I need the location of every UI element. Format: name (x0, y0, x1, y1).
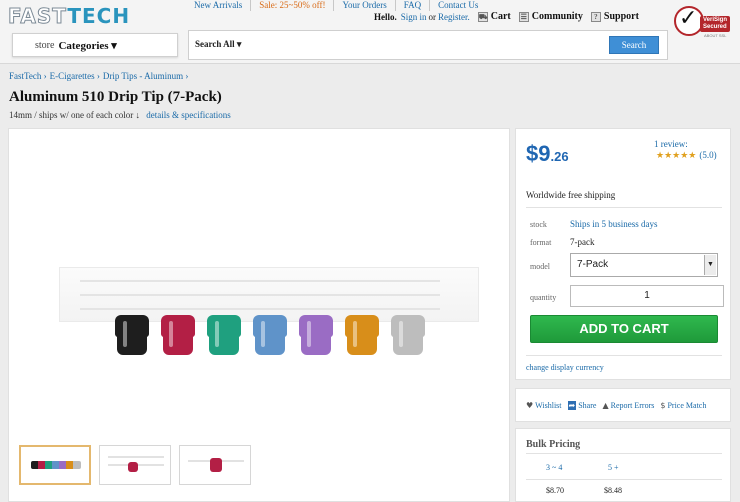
model-select-value: 7-Pack (577, 259, 609, 270)
nav-sale[interactable]: Sale: 25~50% off! (251, 0, 335, 11)
community-link[interactable]: ☰ Community (518, 11, 583, 22)
report-label: Report Errors (610, 400, 655, 410)
top-nav: New Arrivals Sale: 25~50% off! Your Orde… (186, 0, 486, 11)
review-link[interactable]: 1 review: (654, 139, 688, 149)
product-subtitle-row: 14mm / ships w/ one of each color ↓ deta… (9, 110, 231, 120)
breadcrumb-drip-tips[interactable]: Drip Tips - Aluminum › (103, 71, 189, 81)
buy-box: $9.26 1 review: ★★★★★ (5.0) Worldwide fre… (515, 128, 731, 380)
main-product-image[interactable] (115, 315, 445, 395)
thumbnail-3[interactable] (179, 445, 251, 485)
thumbnail-strip (19, 445, 259, 485)
community-label: Community (531, 11, 583, 22)
bulk-tier-2: 5 + (608, 463, 619, 472)
logo-part2: TECH (67, 4, 131, 28)
price-whole: $9 (526, 141, 551, 166)
bulk-pricing-panel: Bulk Pricing 3 ~ 4 5 + $8.70 $8.48 (515, 428, 731, 502)
price-match-link[interactable]: $ Price Match (660, 401, 706, 410)
price: $9.26 (526, 141, 569, 167)
add-to-cart-button[interactable]: ADD TO CART (530, 315, 718, 343)
model-select[interactable]: 7-Pack ▼ (570, 253, 718, 277)
quantity-input[interactable]: 1 (570, 285, 724, 307)
product-subtitle: 14mm / ships w/ one of each color ↓ (9, 110, 140, 120)
verisign-seal[interactable]: ✓ VeriSign Secured ABOUT SSL (674, 6, 731, 40)
verisign-badge: VeriSign Secured (700, 16, 731, 32)
dollar-icon: $ (660, 400, 666, 410)
divider (526, 207, 722, 208)
stock-value: Ships in 5 business days (570, 219, 658, 229)
report-errors-link[interactable]: ▲ Report Errors (602, 401, 654, 410)
stock-label: stock (530, 220, 547, 229)
change-currency-link[interactable]: change display currency (526, 363, 604, 372)
bulk-price-2: $8.48 (604, 486, 622, 495)
community-icon: ☰ (518, 11, 529, 22)
product-title: Aluminum 510 Drip Tip (7-Pack) (9, 89, 222, 105)
divider (526, 453, 722, 454)
hello-text: Hello. (374, 11, 397, 22)
star-icons: ★★★★★ (656, 151, 697, 161)
search-input[interactable] (249, 37, 599, 55)
rating-stars: ★★★★★ (5.0) (656, 150, 717, 161)
search-scope-dropdown[interactable]: Search All ▾ (195, 39, 241, 50)
support-icon: ? (590, 11, 601, 22)
shipping-info: Worldwide free shipping (526, 190, 616, 200)
cart-icon: ⛟ (477, 11, 488, 22)
format-value: 7-pack (570, 237, 595, 247)
search-bar: Search All ▾ Search (188, 30, 668, 60)
chevron-down-icon: ▼ (704, 255, 716, 275)
categories-label: Categories ▾ (58, 39, 117, 52)
share-icon: ➦ (567, 400, 577, 410)
share-link[interactable]: ➦ Share (567, 400, 597, 410)
wishlist-link[interactable]: ♥ Wishlist (526, 401, 562, 410)
site-header: FASTTECH New Arrivals Sale: 25~50% off! … (0, 0, 740, 64)
nav-faq[interactable]: FAQ (396, 0, 431, 11)
quantity-label: quantity (530, 293, 557, 302)
format-label: format (530, 238, 552, 247)
user-bar: Hello. Sign in or Register. ⛟ Cart ☰ Com… (374, 11, 639, 22)
packaging-box-image (59, 267, 479, 322)
or-text: or (428, 11, 437, 22)
bulk-price-1: $8.70 (546, 486, 564, 495)
cart-link[interactable]: ⛟ Cart (477, 11, 511, 22)
product-image-panel (8, 128, 510, 502)
support-link[interactable]: ? Support (590, 11, 639, 22)
divider (526, 479, 722, 480)
nav-contact-us[interactable]: Contact Us (430, 0, 486, 11)
categories-button[interactable]: store Categories ▾ (12, 33, 178, 57)
share-label: Share (578, 400, 597, 410)
support-label: Support (603, 11, 639, 22)
product-actions: ♥ Wishlist ➦ Share ▲ Report Errors $ Pri… (515, 388, 731, 422)
breadcrumb-fasttech[interactable]: FastTech › (9, 71, 47, 81)
thumbnail-1[interactable] (19, 445, 91, 485)
cart-label: Cart (490, 11, 511, 22)
divider (526, 355, 722, 356)
site-logo[interactable]: FASTTECH (7, 4, 131, 29)
store-label: store (35, 39, 55, 51)
price-match-label: Price Match (667, 400, 707, 410)
nav-your-orders[interactable]: Your Orders (334, 0, 396, 11)
details-link[interactable]: details & specifications (146, 110, 230, 120)
sign-in-link[interactable]: Sign in (401, 12, 427, 22)
search-button[interactable]: Search (609, 36, 659, 54)
thumbnail-2[interactable] (99, 445, 171, 485)
register-link[interactable]: Register. (438, 12, 470, 22)
wishlist-label: Wishlist (535, 400, 562, 410)
nav-new-arrivals[interactable]: New Arrivals (186, 0, 252, 11)
rating-value: (5.0) (699, 150, 717, 160)
breadcrumb-ecigarettes[interactable]: E-Cigarettes › (50, 71, 100, 81)
logo-part1: FAST (7, 4, 68, 29)
price-cents: .26 (550, 149, 569, 164)
checkmark-icon: ✓ (679, 6, 698, 31)
breadcrumb: FastTech › E-Cigarettes › Drip Tips - Al… (9, 71, 188, 81)
bulk-tier-1: 3 ~ 4 (546, 463, 563, 472)
bulk-pricing-title: Bulk Pricing (526, 439, 581, 450)
verisign-sub: ABOUT SSL (704, 33, 727, 38)
warning-icon: ▲ (602, 400, 609, 410)
model-label: model (530, 262, 550, 271)
heart-icon: ♥ (526, 400, 534, 410)
